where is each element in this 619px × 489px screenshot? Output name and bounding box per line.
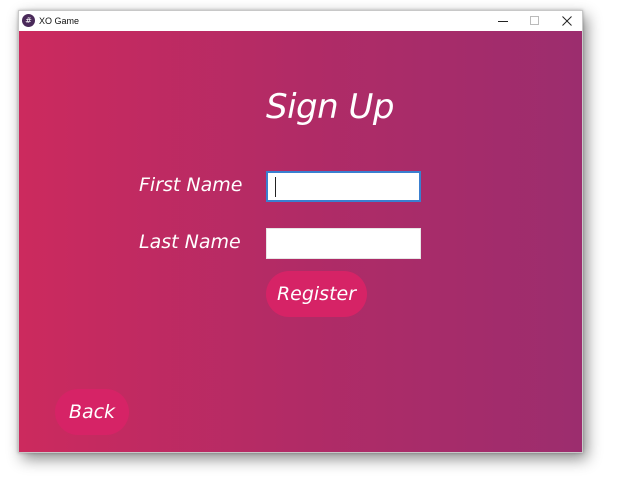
first-name-label: First Name <box>139 174 243 196</box>
signup-panel: Sign Up First Name Last Name Register Ba… <box>19 31 582 452</box>
app-icon: # <box>22 14 35 27</box>
last-name-field[interactable] <box>266 228 421 259</box>
title-bar[interactable]: # XO Game <box>19 11 582 31</box>
maximize-button[interactable] <box>519 11 551 31</box>
maximize-icon <box>530 16 539 25</box>
first-name-field[interactable] <box>266 171 421 202</box>
register-button[interactable]: Register <box>266 271 367 317</box>
window-title: XO Game <box>39 16 80 26</box>
minimize-icon <box>498 21 508 22</box>
minimize-button[interactable] <box>487 11 519 31</box>
close-button[interactable] <box>551 11 583 31</box>
app-window: # XO Game Sign Up First Name Last Name R… <box>18 10 583 453</box>
text-caret <box>275 177 276 197</box>
page-title: Sign Up <box>266 87 394 127</box>
close-icon <box>562 16 572 26</box>
back-button[interactable]: Back <box>55 389 129 435</box>
last-name-label: Last Name <box>139 231 241 253</box>
